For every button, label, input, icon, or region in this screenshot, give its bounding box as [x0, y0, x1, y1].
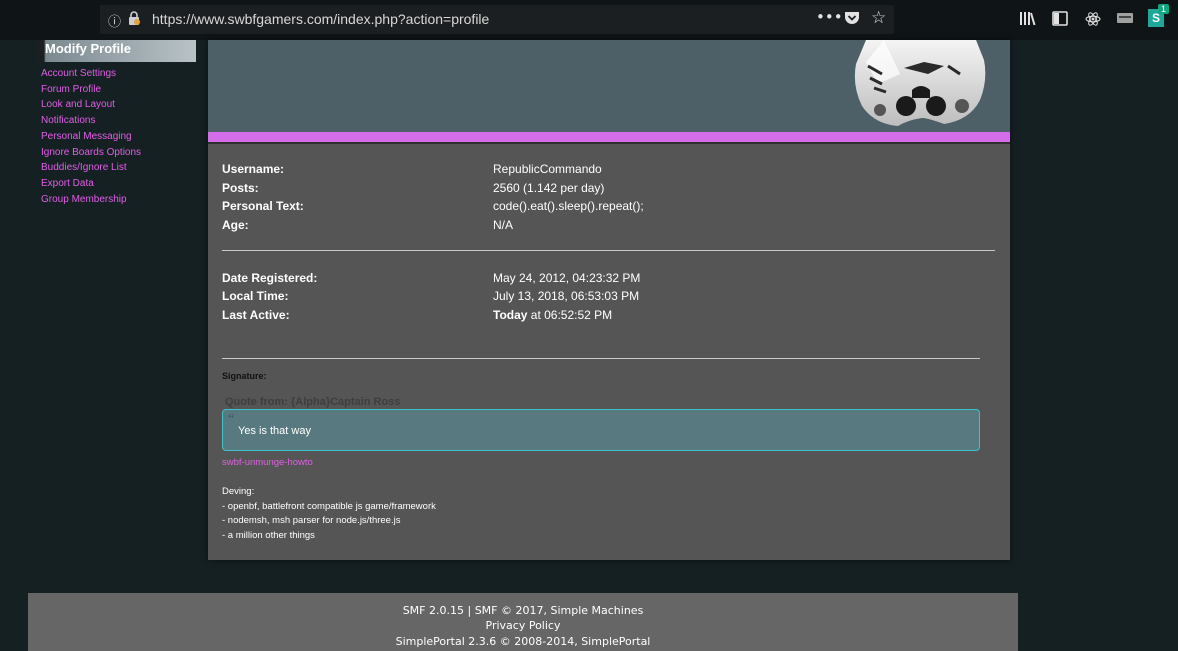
last-active-today: Today	[493, 308, 528, 322]
sidebar-item-look-and-layout[interactable]: Look and Layout	[41, 97, 141, 113]
footer-copyright: SMF 2.0.15 | SMF © 2017, Simple Machines	[28, 604, 1018, 617]
ellipsis-icon[interactable]: •••	[816, 8, 843, 26]
info-icon[interactable]: ⓘ	[108, 11, 121, 30]
signature-line: - openbf, battlefront compatible js game…	[222, 500, 436, 512]
quote-header: Quote from: {Alpha}Captain Ross	[225, 396, 401, 408]
signature-text: Deving: - openbf, battlefront compatible…	[222, 485, 436, 543]
pocket-icon[interactable]	[844, 10, 860, 30]
bookmark-star-icon[interactable]: ☆	[871, 8, 886, 28]
date-registered-value: May 24, 2012, 04:23:32 PM	[493, 271, 641, 285]
sidebar-item-notifications[interactable]: Notifications	[41, 113, 141, 129]
footer: SMF 2.0.15 | SMF © 2017, Simple Machines…	[28, 593, 1018, 651]
posts-label: Posts:	[222, 181, 259, 195]
username-label: Username:	[222, 162, 285, 176]
local-time-label: Local Time:	[222, 289, 289, 303]
sidebar-item-buddies-ignore[interactable]: Buddies/Ignore List	[41, 160, 141, 176]
sidebar-item-forum-profile[interactable]: Forum Profile	[41, 82, 141, 98]
last-active-label: Last Active:	[222, 308, 290, 322]
personal-text-value: code().eat().sleep().repeat();	[493, 199, 644, 213]
signature-line: - a million other things	[222, 529, 315, 541]
library-icon[interactable]	[1019, 11, 1036, 30]
extension-icon[interactable]	[1116, 11, 1134, 29]
sidebar-menu: Account Settings Forum Profile Look and …	[41, 66, 141, 207]
sidebar-item-group-membership[interactable]: Group Membership	[41, 192, 141, 208]
age-label: Age:	[222, 218, 249, 232]
address-bar[interactable]: ⓘ https://www.swbfgamers.com/index.php?a…	[100, 5, 894, 34]
local-time-value: July 13, 2018, 06:53:03 PM	[493, 289, 640, 303]
url-text[interactable]: https://www.swbfgamers.com/index.php?act…	[152, 11, 489, 27]
banner-accent-bar	[208, 132, 1010, 144]
sidebar-item-personal-messaging[interactable]: Personal Messaging	[41, 129, 141, 145]
personal-text-label: Personal Text:	[222, 199, 304, 213]
footer-privacy: Privacy Policy	[28, 619, 1018, 632]
footer-separator: |	[463, 604, 475, 617]
divider	[222, 250, 995, 251]
extension-badge: 1	[1158, 4, 1170, 14]
simpleportal-link[interactable]: SimplePortal 2.3.6 © 2008-2014, SimplePo…	[396, 635, 651, 648]
sidebar-title: Modify Profile	[45, 41, 131, 56]
react-devtools-icon[interactable]	[1085, 11, 1101, 31]
sidebar-item-export-data[interactable]: Export Data	[41, 176, 141, 192]
date-registered-label: Date Registered:	[222, 271, 318, 285]
signature-divider	[222, 358, 980, 359]
username-value: RepublicCommando	[493, 162, 602, 176]
sidebar-item-ignore-boards[interactable]: Ignore Boards Options	[41, 145, 141, 161]
signature-line: - nodemsh, msh parser for node.js/three.…	[222, 515, 401, 526]
signature-line: Deving:	[222, 486, 255, 497]
footer-portal: SimplePortal 2.3.6 © 2008-2014, SimplePo…	[28, 635, 1018, 648]
quote-mark-icon: “	[228, 412, 235, 427]
last-active-value: Today at 06:52:52 PM	[493, 308, 612, 322]
sidebar-toggle-icon[interactable]	[1052, 11, 1068, 30]
profile-panel: Username: RepublicCommando Posts: 2560 (…	[208, 40, 1010, 560]
age-value: N/A	[493, 218, 514, 232]
signature-label: Signature:	[222, 371, 267, 381]
smf-version-link[interactable]: SMF 2.0.15	[403, 604, 464, 617]
lock-icon[interactable]	[127, 11, 141, 30]
browser-toolbar: ⓘ https://www.swbfgamers.com/index.php?a…	[0, 0, 1178, 40]
quote-text: Yes is that way	[238, 425, 311, 437]
smf-copyright-link[interactable]: SMF © 2017, Simple Machines	[475, 604, 644, 617]
sidebar-item-account-settings[interactable]: Account Settings	[41, 66, 141, 82]
stormtrooper-avatar	[854, 40, 986, 126]
privacy-policy-link[interactable]: Privacy Policy	[486, 619, 561, 632]
quote-box: “ Yes is that way	[222, 409, 980, 451]
signature-link[interactable]: swbf-unmunge-howto	[222, 457, 313, 468]
last-active-time: at 06:52:52 PM	[527, 308, 613, 322]
posts-value: 2560 (1.142 per day)	[493, 181, 605, 195]
sidebar-header: Modify Profile	[36, 40, 196, 62]
